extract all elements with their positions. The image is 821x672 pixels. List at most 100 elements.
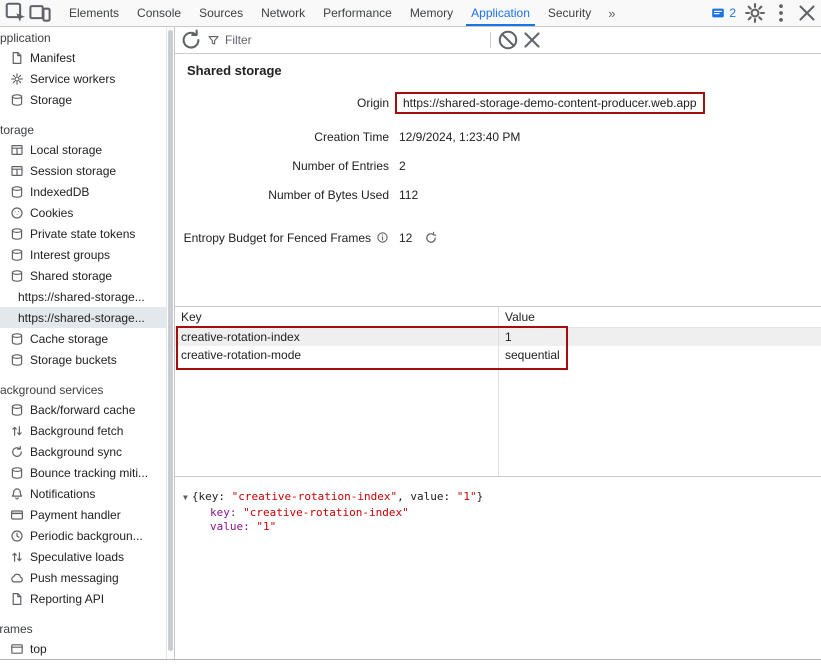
sidebar-item-background-fetch[interactable]: Background fetch — [0, 420, 166, 441]
preview-root-line: ▼{key: "creative-rotation-index", value:… — [183, 490, 821, 505]
sidebar-item-label: Local storage — [30, 143, 102, 157]
sidebar-item-notifications[interactable]: Notifications — [0, 483, 166, 504]
clock-icon — [10, 529, 24, 543]
sidebar-item-session-storage[interactable]: Session storage — [0, 160, 166, 181]
kebab-menu-icon[interactable] — [769, 1, 793, 25]
tab-performance[interactable]: Performance — [314, 0, 401, 26]
sidebar-item-private-state-tokens[interactable]: Private state tokens — [0, 223, 166, 244]
sidebar-item-payment-handler[interactable]: Payment handler — [0, 504, 166, 525]
database-icon — [10, 332, 24, 346]
tab-memory[interactable]: Memory — [401, 0, 462, 26]
tab-security[interactable]: Security — [539, 0, 600, 26]
sidebar-item-label: https://shared-storage... — [18, 290, 145, 304]
sidebar-item-back-forward-cache[interactable]: Back/forward cache — [0, 399, 166, 420]
database-icon — [10, 269, 24, 283]
sidebar-item-speculative-loads[interactable]: Speculative loads — [0, 546, 166, 567]
filter-box — [203, 33, 485, 47]
issues-badge[interactable]: 2 — [706, 6, 741, 20]
clear-all-icon[interactable] — [496, 28, 520, 52]
refresh-icon[interactable] — [179, 28, 203, 52]
sidebar-item-manifest[interactable]: Manifest — [0, 47, 166, 68]
preview-pane: ▼{key: "creative-rotation-index", value:… — [175, 476, 821, 659]
service-worker-icon — [10, 72, 24, 86]
field-label: Number of Bytes Used — [268, 188, 389, 202]
sidebar-item-label: Background fetch — [30, 424, 123, 438]
issues-count: 2 — [729, 6, 736, 20]
info-icon[interactable] — [376, 231, 389, 244]
field-value: 2 — [399, 159, 406, 173]
sidebar-tree: ApplicationManifestService workersStorag… — [0, 29, 166, 659]
sidebar-item-service-workers[interactable]: Service workers — [0, 68, 166, 89]
sidebar-item-shared-storage[interactable]: Shared storage — [0, 265, 166, 286]
sidebar-item-top[interactable]: top — [0, 638, 166, 659]
tab-network[interactable]: Network — [252, 0, 314, 26]
sidebar-item-cookies[interactable]: Cookies — [0, 202, 166, 223]
updown-arrows-icon — [10, 424, 24, 438]
sidebar-item-https-shared-storage[interactable]: https://shared-storage... — [0, 286, 166, 307]
sidebar-item-periodic-backgroun[interactable]: Periodic backgroun... — [0, 525, 166, 546]
sidebar-item-label: Manifest — [30, 51, 75, 65]
sidebar-item-push-messaging[interactable]: Push messaging — [0, 567, 166, 588]
sync-icon — [10, 445, 24, 459]
sidebar-item-label: Push messaging — [30, 571, 119, 585]
cell-key: creative-rotation-index — [175, 330, 498, 344]
field-value: 112 — [399, 188, 418, 202]
sidebar-item-label: Storage — [30, 93, 72, 107]
settings-gear-icon[interactable] — [743, 1, 767, 25]
sidebar-item-label: Cookies — [30, 206, 73, 220]
cookie-icon — [10, 206, 24, 220]
disclosure-triangle-icon[interactable]: ▼ — [183, 493, 188, 502]
reset-budget-icon[interactable] — [424, 231, 438, 245]
table-icon — [10, 164, 24, 178]
tab-sources[interactable]: Sources — [190, 0, 252, 26]
column-divider[interactable] — [498, 307, 499, 476]
database-icon — [10, 353, 24, 367]
sidebar-item-label: Interest groups — [30, 248, 110, 262]
application-sidebar: ApplicationManifestService workersStorag… — [0, 27, 166, 659]
preview-property-value: value: "1" — [210, 520, 821, 534]
sidebar-item-label: Session storage — [30, 164, 116, 178]
tab-elements[interactable]: Elements — [60, 0, 128, 26]
toolbar-divider — [490, 32, 491, 48]
devtools-tabbar: ElementsConsoleSourcesNetworkPerformance… — [0, 0, 821, 27]
sidebar-item-reporting-api[interactable]: Reporting API — [0, 588, 166, 609]
tab-console[interactable]: Console — [128, 0, 190, 26]
preview-children: key: "creative-rotation-index"value: "1" — [183, 506, 821, 534]
cell-value: sequential — [498, 348, 821, 362]
filter-input[interactable] — [225, 33, 485, 47]
col-header-key[interactable]: Key — [175, 310, 498, 324]
sidebar-item-label: Service workers — [30, 72, 115, 86]
sidebar-item-indexeddb[interactable]: IndexedDB — [0, 181, 166, 202]
sidebar-item-local-storage[interactable]: Local storage — [0, 139, 166, 160]
delete-selected-icon[interactable] — [520, 28, 544, 52]
close-devtools-icon[interactable] — [795, 1, 819, 25]
sidebar-item-storage[interactable]: Storage — [0, 89, 166, 110]
devtools-content: ApplicationManifestService workersStorag… — [0, 27, 821, 659]
cell-key: creative-rotation-mode — [175, 348, 498, 362]
sidebar-item-label: Bounce tracking miti... — [30, 466, 148, 480]
sidebar-item-cache-storage[interactable]: Cache storage — [0, 328, 166, 349]
field-value: 12 — [399, 231, 412, 245]
sidebar-scrollbar[interactable] — [166, 27, 175, 659]
field-number-of-entries: Number of Entries2 — [175, 151, 821, 180]
section-title-background-services: Background services — [0, 381, 166, 399]
scrollbar-thumb[interactable] — [168, 30, 173, 651]
sidebar-item-label: Shared storage — [30, 269, 112, 283]
sidebar-item-storage-buckets[interactable]: Storage buckets — [0, 349, 166, 370]
field-origin: Originhttps://shared-storage-demo-conten… — [175, 84, 821, 122]
sidebar-item-bounce-tracking-miti[interactable]: Bounce tracking miti... — [0, 462, 166, 483]
device-toolbar-icon[interactable] — [28, 1, 52, 25]
bell-icon — [10, 487, 24, 501]
inspect-element-icon[interactable] — [4, 1, 28, 25]
col-header-value[interactable]: Value — [498, 310, 821, 324]
sidebar-item-label: Periodic backgroun... — [30, 529, 143, 543]
document-icon — [10, 51, 24, 65]
sidebar-item-https-shared-storage[interactable]: https://shared-storage... — [0, 307, 166, 328]
preview-property-key: key: "creative-rotation-index" — [210, 506, 821, 520]
tab-application[interactable]: Application — [462, 0, 539, 26]
sidebar-item-background-sync[interactable]: Background sync — [0, 441, 166, 462]
sidebar-item-interest-groups[interactable]: Interest groups — [0, 244, 166, 265]
more-tabs-button[interactable]: » — [600, 6, 623, 21]
shared-storage-panel: Shared storage Originhttps://shared-stor… — [175, 27, 821, 659]
database-icon — [10, 403, 24, 417]
